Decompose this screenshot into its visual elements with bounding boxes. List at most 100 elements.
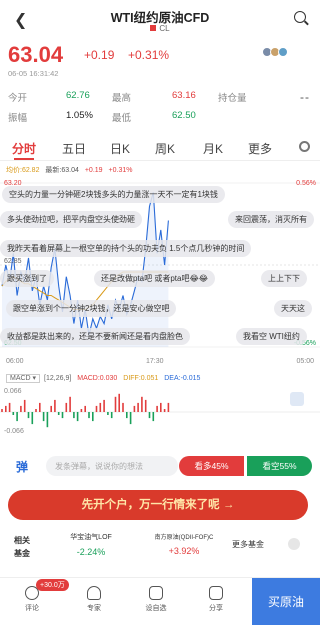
macd-bar — [5, 405, 7, 412]
macd-chart — [0, 393, 320, 428]
macd-bar — [156, 405, 158, 412]
nav-share[interactable]: 分享 — [196, 586, 236, 613]
fund-card[interactable]: 南方原油(QDII-FOF)C +3.92% — [138, 532, 230, 564]
watcher-avatars[interactable] — [262, 47, 288, 57]
macd-bar — [1, 409, 3, 412]
macd-legend: MACD ▾ [12,26,9] MACD:0.030 DIFF:0.051 D… — [6, 374, 201, 383]
search-icon[interactable] — [294, 11, 306, 23]
related-funds-label: 相关基金 — [14, 536, 30, 558]
macd-bar — [163, 409, 166, 412]
stat-value-open: 62.76 — [66, 90, 90, 101]
dea-value: DEA:-0.015 — [164, 375, 201, 382]
macd-bar — [95, 405, 98, 412]
nav-expert[interactable]: 专家 — [74, 586, 114, 613]
macd-bar — [129, 412, 132, 425]
period-tabs: 分时 五日 日K 周K 月K 更多 — [0, 135, 320, 161]
macd-bar — [99, 402, 102, 412]
danmaku-bubble: 收益都是跌出来的，还是不要新闻还是看内盘脸色 — [0, 328, 190, 345]
macd-bar — [54, 399, 56, 412]
danmaku-toggle-icon[interactable]: 弹 — [16, 458, 28, 475]
nav-label: 设自选 — [145, 605, 167, 612]
macd-bar — [92, 412, 94, 422]
macd-bar — [80, 409, 83, 412]
macd-bar — [46, 412, 49, 428]
avg-price-label: 均价:62.82 — [6, 167, 40, 174]
x-axis-label: 06:00 — [6, 358, 24, 365]
macd-params: [12,26,9] — [44, 375, 72, 382]
danmaku-bubble: 跟买涨到了 — [0, 270, 54, 287]
x-axis-label: 17:30 — [146, 358, 164, 365]
latest-change: +0.19 — [84, 167, 103, 174]
macd-bar — [57, 412, 60, 415]
macd-bar — [144, 399, 147, 412]
stat-value-oi[interactable]: -- — [300, 90, 310, 104]
macd-bar — [88, 412, 90, 419]
tab-weekly-k[interactable]: 周K — [155, 140, 175, 157]
fund-card[interactable]: 华宝油气LOF -2.24% — [46, 532, 136, 564]
chart-legend: 均价:62.82 最新:63.04 +0.19 +0.31% — [6, 165, 132, 175]
current-price: 63.04 — [8, 42, 64, 67]
more-funds-link[interactable]: 更多基金 — [232, 539, 264, 550]
macd-bar — [73, 412, 75, 419]
macd-bar — [133, 405, 136, 412]
tab-monthly-k[interactable]: 月K — [203, 140, 223, 157]
x-axis-label: 05:00 — [296, 358, 314, 365]
latest-label: 最新:63.04 — [45, 167, 79, 174]
macd-bar — [8, 402, 11, 412]
tab-daily-k[interactable]: 日K — [110, 140, 130, 157]
danmaku-bubble: 空头的力量一分钟砸2块钱多头的力量涨一天不一定有1块钱 — [2, 186, 225, 203]
macd-bar — [61, 412, 64, 419]
bullish-vote-button[interactable]: 看多45% — [179, 456, 244, 476]
macd-bar — [39, 402, 41, 412]
stat-value-amplitude: 1.05% — [66, 110, 93, 121]
quote-stats: 今开 62.76 最高 63.16 持仓量 振幅 1.05% 最低 62.50 — [8, 87, 312, 127]
fund-name: 华宝油气LOF — [70, 534, 112, 541]
comment-count-badge: +30.0万 — [36, 579, 69, 591]
macd-bar — [152, 412, 155, 422]
macd-bar — [69, 396, 71, 412]
macd-bar — [20, 405, 22, 412]
fund-name: 南方原油(QDII-FOF)C — [154, 535, 214, 541]
stat-label-amplitude: 振幅 — [8, 113, 28, 124]
macd-bar — [103, 399, 105, 412]
dif-value: DIFF:0.051 — [123, 375, 159, 382]
macd-bar — [107, 412, 109, 415]
macd-bar — [35, 409, 37, 412]
active-tab-indicator — [14, 158, 34, 160]
macd-bar — [27, 412, 30, 419]
buy-crude-button[interactable]: 买原油 — [252, 578, 320, 625]
stat-label-high: 最高 — [112, 93, 132, 104]
open-account-banner[interactable]: 先开个户，万一行情来了呢 → — [8, 490, 308, 520]
add-watchlist-icon — [149, 586, 163, 600]
nav-label: 评论 — [25, 605, 39, 612]
macd-bar — [141, 396, 143, 412]
danmaku-bubble: 多头使劲拉吧，把平内盘空头使劲砸 — [0, 211, 142, 228]
tab-more[interactable]: 更多 — [248, 140, 272, 157]
macd-bar — [12, 412, 15, 415]
danmaku-bubble: 我看空 WTI纽约 — [236, 328, 307, 345]
latest-pct: +0.31% — [108, 167, 133, 174]
tab-five-day[interactable]: 五日 — [62, 140, 86, 157]
macd-bar — [65, 402, 68, 412]
stat-label-open: 今开 — [8, 93, 28, 104]
macd-bar — [50, 405, 52, 412]
fund-change: -2.24% — [76, 547, 106, 557]
avatar — [278, 47, 288, 57]
nav-add-watchlist[interactable]: 设自选 — [136, 586, 176, 613]
bearish-vote-button[interactable]: 看空55% — [247, 456, 312, 476]
macd-bar — [167, 402, 170, 412]
macd-bar — [126, 412, 128, 419]
danmaku-input[interactable]: 发条弹幕，说说你的想法 — [46, 456, 178, 476]
related-funds: 相关基金 华宝油气LOF -2.24% 南方原油(QDII-FOF)C +3.9… — [8, 530, 312, 566]
app-header: ❮ WTI纽约原油CFD CL — [0, 0, 320, 38]
tab-intraday[interactable]: 分时 — [12, 140, 36, 157]
chevron-right-icon[interactable] — [288, 538, 300, 550]
macd-y-bottom: -0.066 — [4, 428, 24, 435]
fullscreen-icon[interactable] — [290, 392, 304, 406]
gear-icon[interactable] — [299, 141, 310, 152]
nav-label: 专家 — [87, 605, 101, 612]
macd-bar — [110, 412, 113, 419]
macd-bar — [148, 412, 151, 419]
macd-selector[interactable]: MACD ▾ — [6, 374, 41, 383]
macd-bar — [114, 396, 117, 412]
